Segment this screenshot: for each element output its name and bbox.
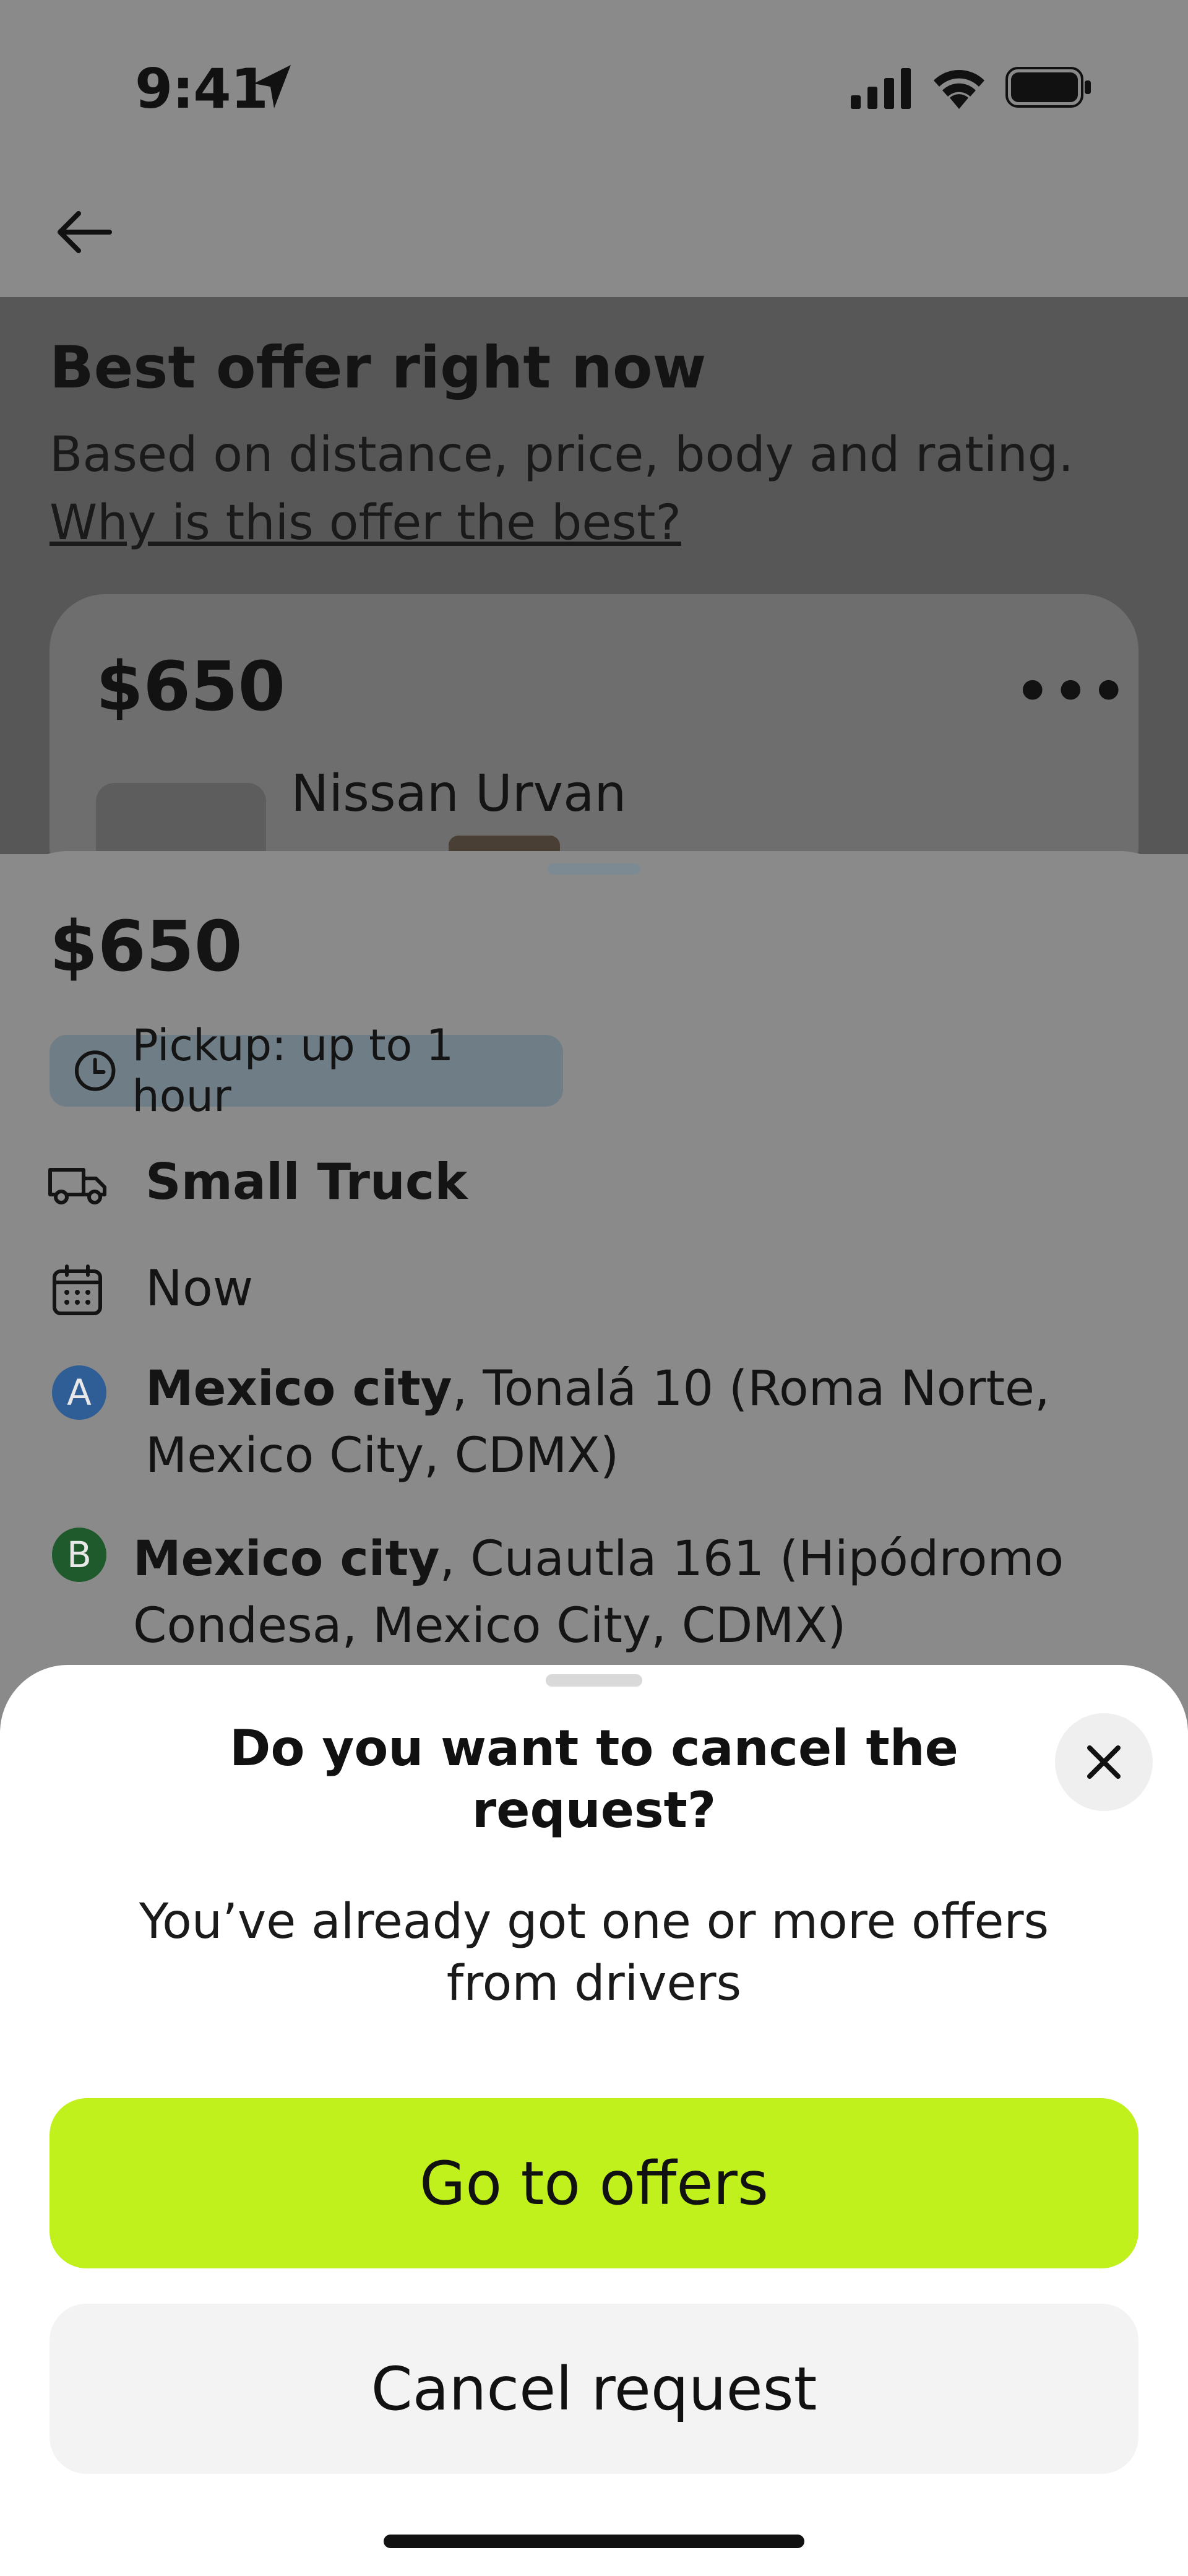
modal-title: Do you want to cancel the request? <box>230 1719 958 1839</box>
best-offer-title: Best offer right now <box>50 334 707 402</box>
modal-description: You’ve already got one or more offers fr… <box>139 1894 1049 2012</box>
more-options-icon[interactable]: ••• <box>1015 659 1129 724</box>
modal-drag-handle[interactable] <box>546 1674 642 1687</box>
close-icon <box>1087 1745 1121 1779</box>
schedule-value: Now <box>145 1260 254 1317</box>
header <box>0 167 1188 297</box>
arrow-left-icon <box>58 211 112 253</box>
sheet-drag-handle[interactable] <box>548 863 640 875</box>
cellular-signal-icon <box>851 68 911 109</box>
dropoff-pin-b: B <box>52 1528 106 1582</box>
pickup-time-label: Pickup: up to 1 hour <box>132 1020 454 1122</box>
offer-price: $650 <box>50 907 243 987</box>
vehicle-name: Nissan Urvan <box>291 764 627 823</box>
best-offer-price: $650 <box>96 647 286 726</box>
pickup-pin-a: A <box>52 1365 106 1420</box>
truck-icon <box>43 1151 111 1219</box>
clock-icon <box>74 1050 116 1091</box>
cancel-request-button[interactable]: Cancel request <box>50 2304 1138 2474</box>
dropoff-address: Mexico city, Cuautla 161 (Hipódromo Cond… <box>133 1526 1148 1659</box>
status-time: 9:41 <box>135 57 269 121</box>
close-button[interactable] <box>1055 1713 1153 1811</box>
best-offer-subtitle: Based on distance, price, body and ratin… <box>50 427 1074 483</box>
pickup-time-chip: Pickup: up to 1 hour <box>50 1020 563 1122</box>
pickup-city: Mexico city <box>145 1361 452 1417</box>
battery-icon <box>1005 67 1091 108</box>
pickup-address: Mexico city, Tonalá 10 (Roma Norte, Mexi… <box>145 1355 1135 1489</box>
vehicle-thumbnail <box>96 783 266 857</box>
back-button[interactable] <box>50 198 118 266</box>
home-indicator <box>384 2535 804 2548</box>
location-arrow-icon <box>254 65 291 108</box>
why-best-link[interactable]: Why is this offer the best? <box>50 495 681 551</box>
go-to-offers-button[interactable]: Go to offers <box>50 2098 1138 2268</box>
wifi-icon <box>934 70 984 109</box>
dropoff-city: Mexico city <box>133 1531 440 1587</box>
calendar-icon <box>43 1256 111 1325</box>
vehicle-type: Small Truck <box>145 1153 468 1211</box>
